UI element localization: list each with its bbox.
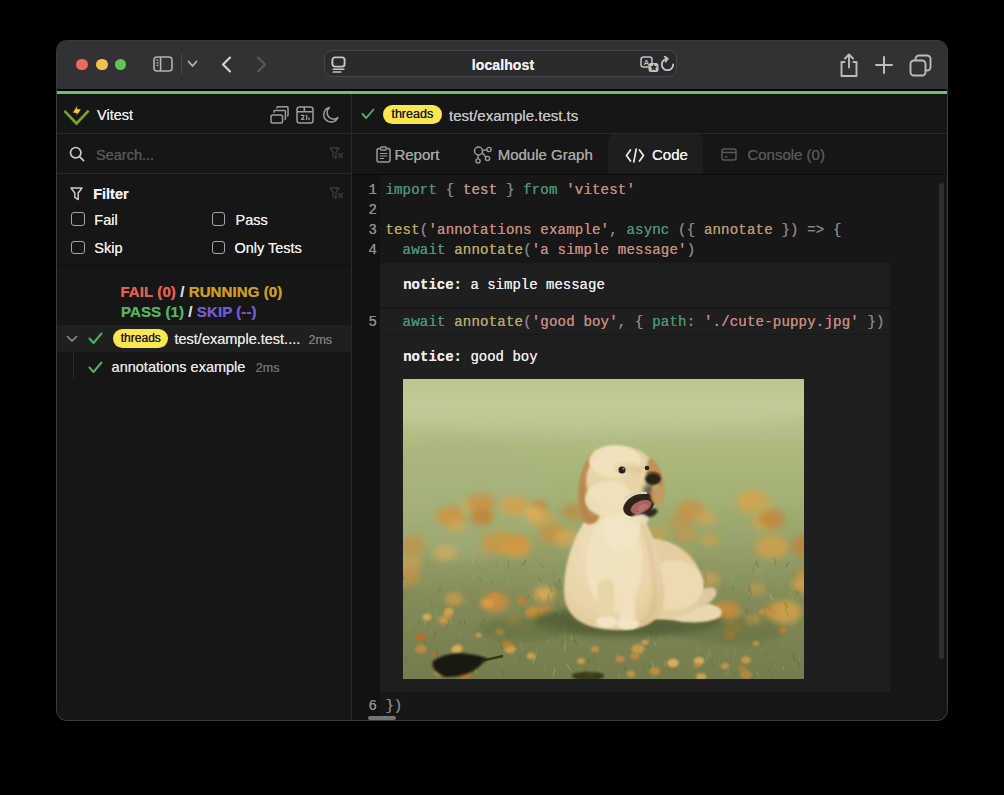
svg-text:★: ★ xyxy=(650,63,657,72)
